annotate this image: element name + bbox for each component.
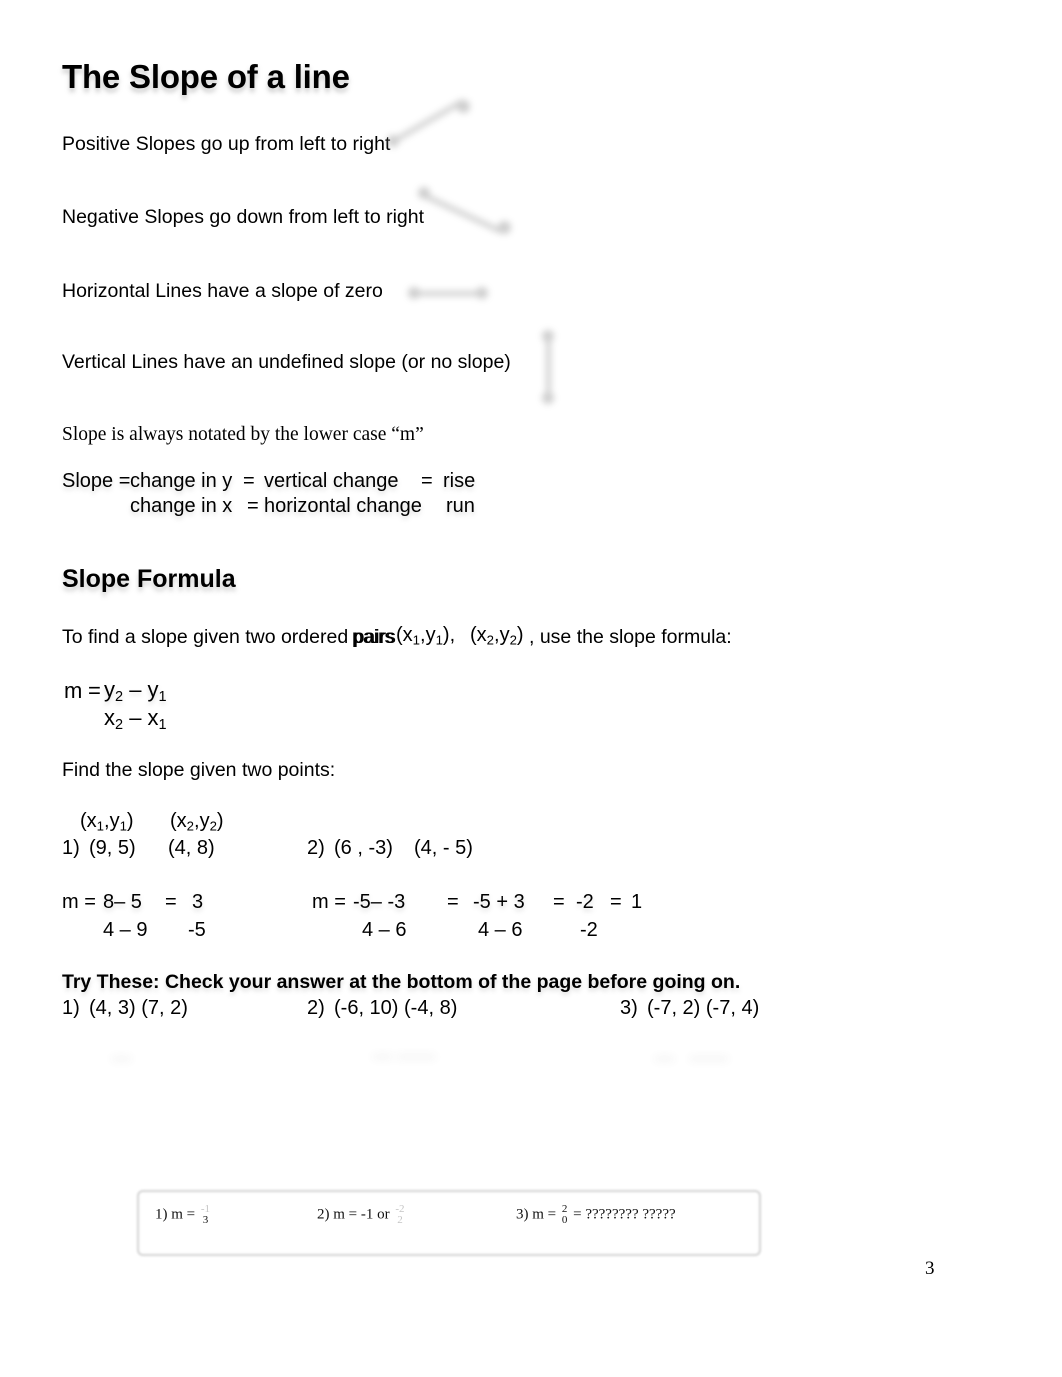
rule-vertical-line: Vertical Lines have an undefined slope (… — [62, 351, 511, 373]
answer-key-item-2: 2) m = -1 or -2 2 — [317, 1204, 407, 1226]
ordered-pair-1: (x1,y1), — [396, 624, 456, 648]
negative-slope-line-icon — [418, 183, 523, 238]
worksheet-page: The Slope of a line Positive Slopes go u… — [0, 0, 1062, 1377]
solution-1-numerator-2: 3 — [192, 891, 204, 913]
answer-key-item-3-label: 3) m = — [516, 1206, 557, 1223]
rule-negative-slope: Negative Slopes go down from left to rig… — [62, 206, 425, 228]
page-title: The Slope of a line — [62, 58, 350, 95]
rule-horizontal-line: Horizontal Lines have a slope of zero — [62, 280, 383, 302]
try-these-3-points: (-7, 2) (-7, 4) — [647, 997, 760, 1019]
solution-2-result: 1 — [631, 891, 643, 913]
solution-2-denominator-1: 4 – 6 — [362, 919, 407, 941]
answer-key-item-1-fraction: -1 3 — [201, 1204, 210, 1226]
solution-2-lead: m = — [312, 891, 346, 913]
formula-equals: = — [88, 678, 101, 703]
solution-2-denominator-3: -2 — [580, 919, 598, 941]
solution-2-numerator-2: -5 + 3 — [473, 891, 525, 913]
answer-key-item-2-label: 2) m = -1 or — [317, 1206, 390, 1223]
ratio-definition-equals-2: = — [421, 470, 433, 492]
answer-key-item-2-denominator: 2 — [397, 1214, 403, 1226]
formula-m: m — [64, 678, 83, 703]
ratio-definition-lead: Slope = — [62, 470, 131, 492]
try-these-1-number: 1) — [62, 997, 80, 1019]
answer-key-item-1-label: 1) m = — [155, 1206, 196, 1223]
answer-key-item-3: 3) m = 2 0 = ???????? ????? — [516, 1204, 676, 1226]
answer-key-item-1-denominator: 3 — [202, 1214, 209, 1226]
solution-1-equals-1: = — [165, 891, 177, 913]
positive-slope-line-icon — [385, 98, 485, 160]
slope-formula-intro-after: , use the slope formula: — [529, 626, 732, 648]
ratio-definition-denominator-3: run — [446, 495, 475, 517]
slope-formula-heading: Slope Formula — [62, 565, 236, 593]
solution-1-denominator-1: 4 – 9 — [103, 919, 148, 941]
horizontal-line-icon — [408, 283, 498, 307]
solution-1-lead: m = — [62, 891, 96, 913]
solution-1-numerator-1: 8– 5 — [103, 891, 142, 913]
rule-positive-slope: Positive Slopes go up from left to right — [62, 133, 391, 155]
solution-2-equals-1: = — [447, 891, 459, 913]
example-2-number: 2) — [307, 837, 325, 859]
ratio-definition-equals-1b: = — [247, 495, 259, 517]
solution-2-numerator-1: -5– -3 — [353, 891, 406, 913]
try-these-2-number: 2) — [307, 997, 325, 1019]
solution-2-numerator-3: -2 — [576, 891, 594, 913]
pair-label-second: (x2,y2) — [170, 810, 224, 834]
ratio-definition-numerator-3: rise — [443, 470, 476, 492]
example-1-point-b: (4, 8) — [168, 837, 215, 859]
solution-1-denominator-2: -5 — [188, 919, 206, 941]
ratio-definition-numerator: change in y — [130, 470, 233, 492]
example-1-point-a: (9, 5) — [89, 837, 136, 859]
example-2-point-a: (6 , -3) — [334, 837, 393, 859]
answer-key-item-1: 1) m = -1 3 — [155, 1204, 212, 1226]
pair-label-first: (x1,y1) — [80, 810, 134, 834]
answer-key-item-1-numerator: -1 — [200, 1203, 211, 1215]
solution-2-denominator-2: 4 – 6 — [478, 919, 523, 941]
answer-key-item-3-fraction: 2 0 — [562, 1204, 568, 1226]
slope-formula-intro-pairs-word: pairs — [352, 626, 395, 648]
formula-denominator: x2 – x1 — [104, 705, 167, 734]
try-these-3-number: 3) — [620, 997, 638, 1019]
slope-formula-intro-before: To find a slope given two ordered pairs — [62, 626, 396, 648]
try-these-1-points: (4, 3) (7, 2) — [89, 997, 188, 1019]
ordered-pair-2: (x2,y2) — [470, 624, 524, 648]
slope-notation-note: Slope is always notated by the lower cas… — [62, 424, 424, 445]
example-2-point-b: (4, - 5) — [414, 837, 473, 859]
work-smudge-2: — —— — [373, 1046, 436, 1067]
solution-2-equals-2: = — [553, 891, 565, 913]
try-these-heading: Try These: Check your answer at the bott… — [62, 971, 741, 993]
work-smudge-1: — — [112, 1048, 131, 1069]
answer-key-item-2-fraction: -2 2 — [395, 1204, 404, 1226]
examples-prompt: Find the slope given two points: — [62, 759, 336, 781]
vertical-line-icon — [537, 330, 565, 412]
example-1-number: 1) — [62, 837, 80, 859]
formula-numerator: y2 – y1 — [104, 677, 167, 706]
ratio-definition-numerator-2: vertical change — [264, 470, 399, 492]
page-number: 3 — [925, 1258, 935, 1279]
work-smudge-3: — —— — [655, 1048, 728, 1069]
ratio-definition-equals-1: = — [243, 470, 255, 492]
solution-2-equals-3: = — [610, 891, 622, 913]
try-these-2-points: (-6, 10) (-4, 8) — [334, 997, 458, 1019]
ratio-definition-denominator: change in x — [130, 495, 233, 517]
answer-key-item-3-denominator: 0 — [561, 1214, 568, 1226]
answer-key-item-3-suffix: = ???????? ????? — [573, 1206, 676, 1223]
ratio-definition-denominator-2: horizontal change — [264, 495, 422, 517]
